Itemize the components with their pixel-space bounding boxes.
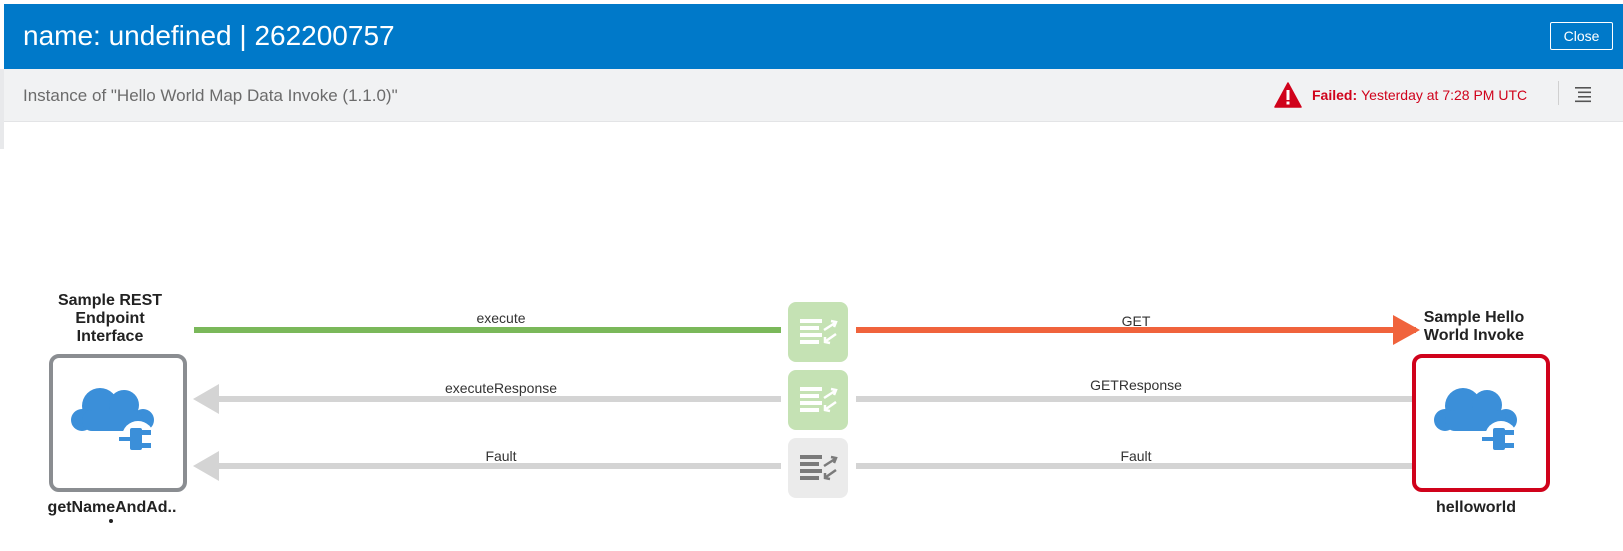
close-button[interactable]: Close — [1550, 22, 1613, 50]
instance-subheader: Instance of "Hello World Map Data Invoke… — [4, 69, 1623, 122]
status-time: Yesterday at 7:28 PM UTC — [1361, 87, 1528, 103]
list-menu-icon[interactable] — [1574, 84, 1594, 104]
map-data-icon — [800, 319, 838, 345]
get-response-label: GETResponse — [1090, 377, 1182, 393]
status-label: Failed: — [1312, 87, 1358, 103]
truncation-dot — [109, 519, 113, 523]
fault-right-label: Fault — [1120, 448, 1152, 464]
dialog-title: name: undefined | 262200757 — [23, 20, 395, 51]
flow-canvas: execute GET executeResponse GETResponse … — [24, 123, 1614, 551]
execute-label: execute — [476, 310, 526, 326]
header-divider — [1558, 81, 1559, 105]
trigger-title: Sample REST Endpoint Interface — [57, 292, 163, 345]
execute-response-label: executeResponse — [444, 380, 558, 396]
trigger-name: getNameAndAd.. — [47, 499, 177, 516]
fault-left-label: Fault — [485, 448, 517, 464]
map-data-icon — [800, 455, 838, 481]
invoke-name: helloworld — [1436, 499, 1516, 516]
map-data-icon — [800, 387, 838, 413]
instance-of-text: Instance of "Hello World Map Data Invoke… — [23, 86, 398, 105]
response-mapper[interactable] — [788, 370, 848, 430]
request-mapper[interactable] — [788, 302, 848, 362]
fault-mapper[interactable] — [788, 438, 848, 498]
invoke-node[interactable] — [1412, 354, 1550, 492]
cloud-plug-icon — [1434, 388, 1517, 453]
get-label: GET — [1121, 313, 1151, 329]
instance-dialog: name: undefined | 262200757 Close Instan… — [0, 0, 1623, 551]
invoke-title: Sample Hello World Invoke — [1423, 309, 1525, 344]
warning-triangle-icon — [1274, 82, 1302, 108]
cloud-plug-icon — [71, 388, 154, 453]
trigger-node[interactable] — [49, 354, 187, 492]
dialog-header: name: undefined | 262200757 Close — [4, 4, 1623, 69]
status-indicator: Failed: Yesterday at 7:28 PM UTC — [1274, 77, 1527, 113]
